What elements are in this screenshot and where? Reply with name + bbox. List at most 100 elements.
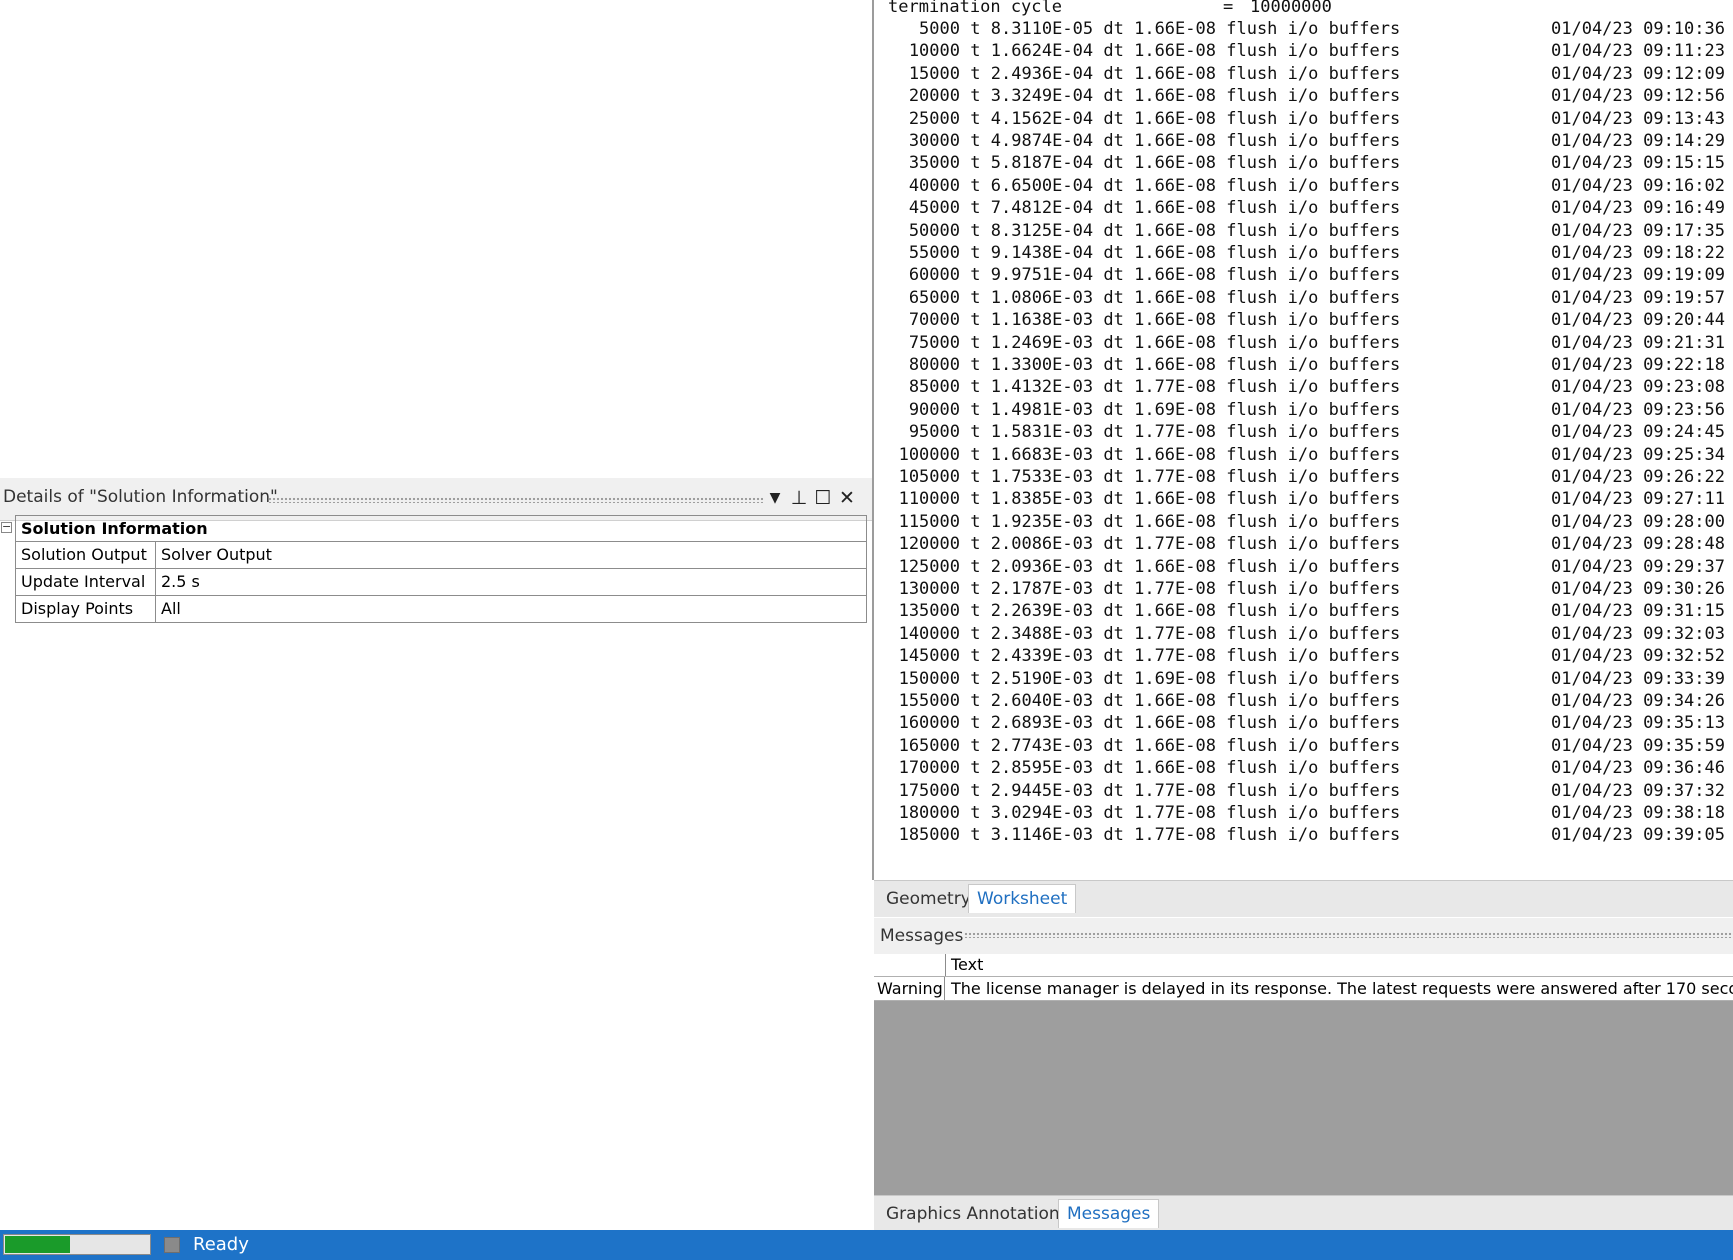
tab-messages[interactable]: Messages	[1058, 1199, 1160, 1228]
vertical-splitter[interactable]	[872, 0, 874, 880]
timestamp: 01/04/23 09:35:59	[1551, 735, 1725, 756]
t-label: t	[970, 646, 981, 667]
timestamp: 01/04/23 09:10:36	[1551, 19, 1725, 39]
tab-graphics-annotations[interactable]: Graphics Annotations	[878, 1200, 1077, 1228]
t-label: t	[970, 556, 981, 577]
t-label: t	[970, 108, 981, 129]
action-text: flush i/o buffers	[1226, 422, 1401, 443]
time-value: 2.2639E-03	[990, 601, 1094, 622]
property-value[interactable]: All	[156, 596, 866, 622]
t-label: t	[970, 19, 981, 39]
action-text: flush i/o buffers	[1226, 511, 1401, 532]
property-value[interactable]: 2.5 s	[156, 569, 866, 595]
close-icon[interactable]: ✕	[836, 486, 858, 510]
dt-label: dt	[1103, 86, 1124, 107]
t-label: t	[970, 825, 981, 846]
action-text: flush i/o buffers	[1226, 243, 1401, 263]
timestamp: 01/04/23 09:36:46	[1551, 758, 1725, 779]
tab-worksheet[interactable]: Worksheet	[968, 884, 1077, 913]
action-text: flush i/o buffers	[1226, 41, 1401, 62]
action-text: flush i/o buffers	[1226, 108, 1401, 129]
property-row[interactable]: Update Interval 2.5 s	[15, 569, 867, 596]
cycle-number: 170000	[898, 758, 960, 779]
dt-label: dt	[1103, 803, 1124, 823]
action-text: flush i/o buffers	[1226, 287, 1401, 308]
timestamp: 01/04/23 09:27:11	[1551, 489, 1725, 510]
details-grip[interactable]	[268, 497, 763, 503]
solver-output-line: 45000 t 7.4812E-04 dt 1.66E-08 flush i/o…	[888, 197, 1725, 219]
dt-label: dt	[1103, 735, 1124, 756]
solver-output-line: 20000 t 3.3249E-04 dt 1.66E-08 flush i/o…	[888, 85, 1725, 107]
dt-label: dt	[1103, 646, 1124, 667]
t-label: t	[970, 310, 981, 331]
dt-value: 1.66E-08	[1134, 131, 1216, 151]
solver-output-line: 120000 t 2.0086E-03 dt 1.77E-08 flush i/…	[888, 533, 1725, 555]
action-text: flush i/o buffers	[1226, 803, 1401, 823]
t-label: t	[970, 377, 981, 398]
dt-value: 1.66E-08	[1134, 265, 1216, 286]
property-row[interactable]: Solution Output Solver Output	[15, 542, 867, 569]
t-label: t	[970, 63, 981, 84]
pin-icon[interactable]: ⊥	[788, 486, 810, 510]
cycle-number: 160000	[898, 713, 960, 734]
dt-value: 1.77E-08	[1134, 579, 1216, 599]
dt-value: 1.66E-08	[1134, 153, 1216, 174]
action-text: flush i/o buffers	[1226, 86, 1401, 107]
time-value: 3.3249E-04	[990, 86, 1094, 107]
tab-geometry[interactable]: Geometry	[878, 885, 979, 913]
timestamp: 01/04/23 09:32:03	[1551, 623, 1725, 644]
time-value: 4.1562E-04	[990, 108, 1094, 129]
messages-header: Messages	[874, 918, 1733, 954]
cycle-number: 30000	[908, 131, 960, 151]
messages-grip[interactable]	[964, 932, 1733, 938]
dt-label: dt	[1103, 355, 1124, 375]
action-text: flush i/o buffers	[1226, 467, 1401, 487]
dt-label: dt	[1103, 175, 1124, 196]
dt-value: 1.66E-08	[1134, 19, 1216, 39]
action-text: flush i/o buffers	[1226, 601, 1401, 622]
dt-label: dt	[1103, 198, 1124, 219]
progress-fill	[5, 1236, 70, 1253]
t-label: t	[970, 713, 981, 734]
view-tab-strip: Geometry Worksheet	[874, 880, 1733, 917]
t-label: t	[970, 422, 981, 443]
solver-output-line: 150000 t 2.5190E-03 dt 1.69E-08 flush i/…	[888, 668, 1725, 690]
t-label: t	[970, 220, 981, 241]
dt-value: 1.77E-08	[1134, 803, 1216, 823]
time-value: 4.9874E-04	[990, 131, 1094, 151]
column-header-type[interactable]	[874, 954, 946, 976]
time-value: 1.8385E-03	[990, 489, 1094, 510]
t-label: t	[970, 243, 981, 263]
group-row-solution-information[interactable]: Solution Information	[15, 515, 867, 542]
solver-output-line: 160000 t 2.6893E-03 dt 1.66E-08 flush i/…	[888, 712, 1725, 734]
dt-value: 1.77E-08	[1134, 422, 1216, 443]
timestamp: 01/04/23 09:31:15	[1551, 601, 1725, 622]
message-row[interactable]: Warning The license manager is delayed i…	[874, 977, 1733, 1001]
dt-label: dt	[1103, 19, 1124, 39]
time-value: 1.6624E-04	[990, 41, 1094, 62]
action-text: flush i/o buffers	[1226, 332, 1401, 353]
dt-value: 1.66E-08	[1134, 444, 1216, 465]
property-value[interactable]: Solver Output	[156, 542, 866, 568]
time-value: 2.7743E-03	[990, 735, 1094, 756]
time-value: 2.0086E-03	[990, 534, 1094, 555]
timestamp: 01/04/23 09:16:02	[1551, 175, 1725, 196]
solver-output-line: 155000 t 2.6040E-03 dt 1.66E-08 flush i/…	[888, 690, 1725, 712]
collapse-toggle-icon[interactable]: −	[1, 521, 12, 533]
maximize-icon[interactable]: ☐	[812, 486, 834, 510]
solver-output-worksheet: termination cycle = 10000000 5000 t 8.3110…	[876, 0, 1733, 880]
timestamp: 01/04/23 09:29:37	[1551, 556, 1725, 577]
progress-bar	[3, 1234, 151, 1255]
solver-output-line: 130000 t 2.1787E-03 dt 1.77E-08 flush i/…	[888, 578, 1725, 600]
cycle-number: 165000	[898, 735, 960, 756]
dt-label: dt	[1103, 556, 1124, 577]
property-row[interactable]: Display Points All	[15, 596, 867, 623]
dropdown-arrow-icon[interactable]: ▼	[764, 486, 786, 510]
timestamp: 01/04/23 09:33:39	[1551, 668, 1725, 689]
details-grid: Solution Information Solution Output Sol…	[15, 515, 867, 623]
column-header-text[interactable]: Text	[951, 955, 983, 974]
time-value: 2.4936E-04	[990, 63, 1094, 84]
action-text: flush i/o buffers	[1226, 668, 1401, 689]
cycle-number: 95000	[908, 422, 960, 443]
timestamp: 01/04/23 09:37:32	[1551, 780, 1725, 801]
